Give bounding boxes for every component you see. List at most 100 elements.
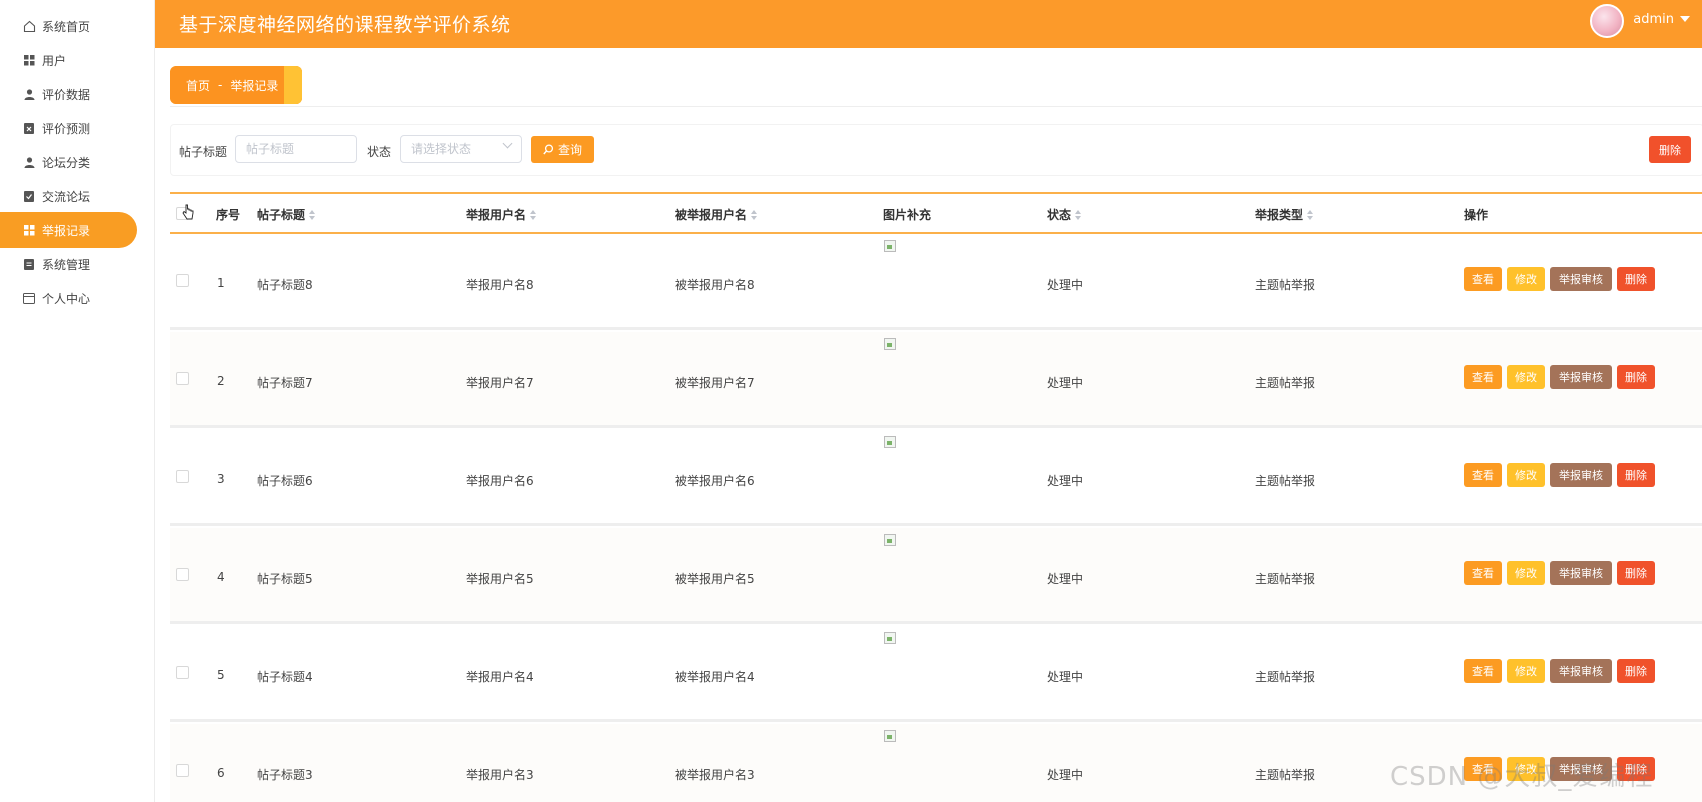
sort-icon[interactable]: [1307, 209, 1314, 220]
column-header-image: 图片补充: [883, 206, 931, 223]
delete-button[interactable]: 删除: [1617, 659, 1655, 683]
column-header-label: 被举报用户名: [675, 208, 748, 222]
audit-button[interactable]: 举报审核: [1550, 561, 1612, 585]
column-header-label: 操作: [1464, 208, 1489, 222]
column-header-reporter[interactable]: 举报用户名: [466, 206, 537, 223]
view-button[interactable]: 查看: [1464, 561, 1502, 585]
view-button[interactable]: 查看: [1464, 659, 1502, 683]
edit-button[interactable]: 修改: [1507, 463, 1545, 487]
audit-button[interactable]: 举报审核: [1550, 463, 1612, 487]
sidebar-item-personal-center[interactable]: 个人中心: [22, 280, 136, 316]
avatar[interactable]: [1590, 4, 1624, 38]
breadcrumb-tail: [284, 66, 302, 104]
sort-icon[interactable]: [1075, 209, 1082, 220]
sidebar-item-forum[interactable]: 交流论坛: [22, 178, 136, 214]
view-button[interactable]: 查看: [1464, 463, 1502, 487]
view-button[interactable]: 查看: [1464, 365, 1502, 389]
row-checkbox[interactable]: [176, 274, 189, 287]
row-index: 4: [217, 570, 225, 584]
audit-button[interactable]: 举报审核: [1550, 659, 1612, 683]
sidebar-item-label: 评价预测: [42, 121, 91, 136]
column-header-type[interactable]: 举报类型: [1255, 206, 1314, 223]
broken-image-icon[interactable]: [884, 338, 896, 350]
row-type: 主题帖举报: [1255, 670, 1316, 684]
row-checkbox[interactable]: [176, 372, 189, 385]
column-header-status[interactable]: 状态: [1047, 206, 1082, 223]
sidebar-item-evaluation-data[interactable]: 评价数据: [22, 76, 136, 112]
table-body: 1 帖子标题8 举报用户名8 被举报用户名8 处理中 主题帖举报 查看 修改 举…: [170, 234, 1702, 802]
status-select[interactable]: [400, 135, 522, 163]
row-checkbox[interactable]: [176, 470, 189, 483]
audit-button[interactable]: 举报审核: [1550, 267, 1612, 291]
bulk-delete-button[interactable]: 删除: [1649, 136, 1691, 163]
breadcrumb-current: 举报记录: [230, 78, 279, 93]
breadcrumb-bar: 首页 - 举报记录: [170, 66, 1702, 107]
row-title: 帖子标题3: [257, 768, 313, 782]
row-index: 5: [217, 668, 225, 682]
broken-image-icon[interactable]: [884, 534, 896, 546]
row-index: 2: [217, 374, 225, 388]
sidebar-item-evaluation-prediction[interactable]: 评价预测: [22, 110, 136, 146]
sidebar-item-label: 交流论坛: [42, 189, 91, 204]
edit-button[interactable]: 修改: [1507, 659, 1545, 683]
sort-icon[interactable]: [751, 209, 758, 220]
username[interactable]: admin: [1633, 12, 1674, 27]
grid-icon: [22, 53, 36, 67]
delete-button[interactable]: 删除: [1617, 365, 1655, 389]
breadcrumb-home[interactable]: 首页: [186, 77, 210, 94]
title-filter-label: 帖子标题: [179, 145, 228, 159]
sidebar-item-label: 系统管理: [42, 257, 91, 272]
chevron-down-icon[interactable]: [1680, 16, 1690, 22]
column-header-label: 举报类型: [1255, 208, 1304, 222]
column-header-label: 状态: [1047, 208, 1072, 222]
row-checkbox[interactable]: [176, 568, 189, 581]
column-header-title[interactable]: 帖子标题: [257, 206, 316, 223]
view-button[interactable]: 查看: [1464, 267, 1502, 291]
sidebar-item-report-records[interactable]: 举报记录: [0, 212, 137, 248]
sidebar-item-system-management[interactable]: 系统管理: [22, 246, 136, 282]
column-header-reported[interactable]: 被举报用户名: [675, 206, 758, 223]
edit-button[interactable]: 修改: [1507, 561, 1545, 585]
broken-image-icon[interactable]: [884, 436, 896, 448]
grid-icon: [22, 223, 36, 237]
breadcrumb: 首页 - 举报记录: [170, 66, 302, 104]
home-icon: [22, 19, 36, 33]
column-header-actions: 操作: [1464, 206, 1488, 223]
row-checkbox[interactable]: [176, 666, 189, 679]
sidebar-item-home[interactable]: 系统首页: [22, 8, 136, 44]
report-table: 序号 帖子标题 举报用户名 被举报用户名 图片补充 状态 举报类型 操作 1 帖…: [170, 192, 1702, 802]
app-title: 基于深度神经网络的课程教学评价系统: [179, 14, 511, 36]
row-reporter: 举报用户名8: [466, 278, 534, 292]
broken-image-icon[interactable]: [884, 632, 896, 644]
delete-button[interactable]: 删除: [1617, 561, 1655, 585]
sort-icon[interactable]: [530, 209, 537, 220]
query-button-label: 查询: [557, 143, 582, 157]
row-reported: 被举报用户名4: [675, 670, 755, 684]
broken-image-icon[interactable]: [884, 240, 896, 252]
sidebar-item-label: 评价数据: [42, 87, 91, 102]
edit-button[interactable]: 修改: [1507, 267, 1545, 291]
top-header: 基于深度神经网络的课程教学评价系统 admin: [155, 0, 1702, 48]
audit-button[interactable]: 举报审核: [1550, 365, 1612, 389]
row-title: 帖子标题7: [257, 376, 313, 390]
delete-button[interactable]: 删除: [1617, 267, 1655, 291]
query-button[interactable]: 查询: [531, 136, 594, 163]
row-checkbox[interactable]: [176, 764, 189, 777]
table-row: 3 帖子标题6 举报用户名6 被举报用户名6 处理中 主题帖举报 查看 修改 举…: [170, 430, 1702, 526]
edit-button[interactable]: 修改: [1507, 365, 1545, 389]
sort-icon[interactable]: [309, 209, 316, 220]
row-type: 主题帖举报: [1255, 572, 1316, 586]
row-status: 处理中: [1047, 670, 1084, 684]
sidebar-item-forum-category[interactable]: 论坛分类: [22, 144, 136, 180]
row-title: 帖子标题6: [257, 474, 313, 488]
broken-image-icon[interactable]: [884, 730, 896, 742]
column-header-label: 帖子标题: [257, 208, 306, 222]
delete-button[interactable]: 删除: [1617, 463, 1655, 487]
watermark: CSDN @大叔_爱编程: [1390, 762, 1654, 792]
sidebar-item-label: 系统首页: [42, 19, 91, 34]
sidebar-item-label: 论坛分类: [42, 155, 91, 170]
status-filter-label: 状态: [367, 145, 392, 159]
title-search-input[interactable]: [235, 135, 357, 163]
column-header-index: 序号: [216, 206, 240, 223]
sidebar-item-users[interactable]: 用户: [22, 42, 136, 78]
